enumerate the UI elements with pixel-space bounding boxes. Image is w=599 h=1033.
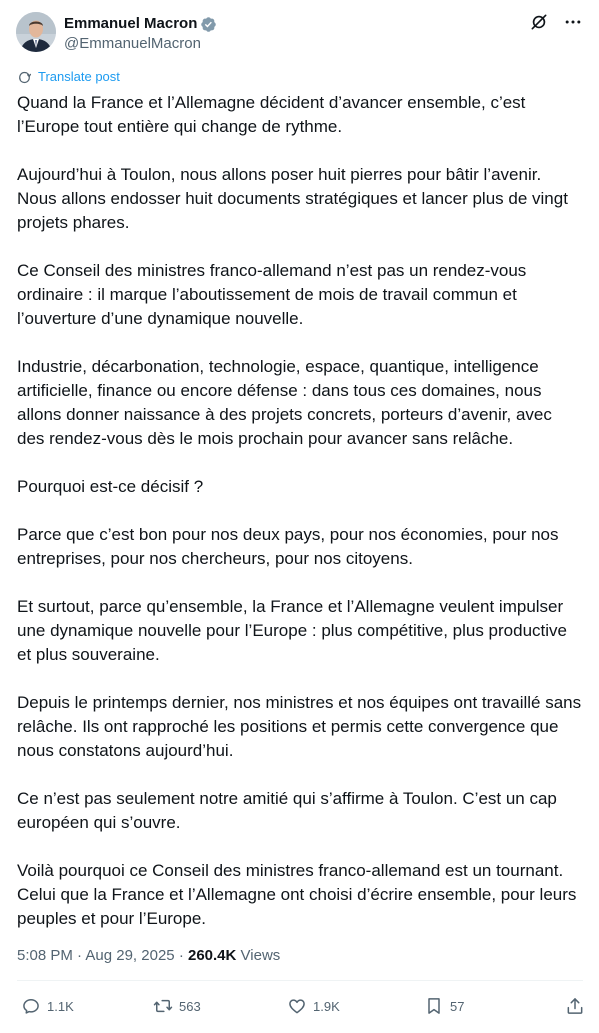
avatar[interactable]: [16, 12, 56, 52]
author-handle[interactable]: @EmmanuelMacron: [64, 34, 217, 54]
share-icon: [567, 998, 583, 1014]
display-name[interactable]: Emmanuel Macron: [64, 14, 197, 34]
meta-separator: ·: [77, 947, 83, 964]
post-date[interactable]: Aug 29, 2025: [85, 947, 174, 964]
views-label: Views: [240, 947, 281, 964]
action-bar: 1.1K 563 1.9K 57: [17, 996, 585, 1020]
reply-icon: [23, 999, 39, 1014]
views-count[interactable]: 260.4K: [188, 947, 236, 964]
translate-post-link[interactable]: Translate post: [17, 68, 120, 86]
like-button[interactable]: 1.9K: [287, 996, 340, 1016]
display-name-row: Emmanuel Macron: [64, 14, 217, 34]
verified-badge-icon[interactable]: [200, 16, 217, 33]
post-paragraph: Ce n’est pas seulement notre amitié qui …: [17, 789, 557, 832]
translate-icon: [19, 71, 32, 83]
post-header: Emmanuel Macron @EmmanuelMacron: [16, 12, 583, 56]
translate-label[interactable]: Translate post: [38, 68, 120, 86]
repost-count: 563: [179, 998, 201, 1014]
post-paragraph: Aujourd’hui à Toulon, nous allons poser …: [17, 165, 568, 232]
share-button[interactable]: [565, 996, 585, 1016]
heart-icon: [289, 999, 305, 1014]
post-paragraph: Depuis le printemps dernier, nos ministr…: [17, 693, 582, 760]
header-actions: [529, 12, 583, 32]
post-paragraph: Industrie, décarbonation, technologie, e…: [17, 357, 552, 448]
repost-button[interactable]: 563: [153, 996, 201, 1016]
grok-icon[interactable]: [529, 12, 549, 32]
repost-icon: [153, 999, 173, 1013]
more-options-icon[interactable]: [563, 12, 583, 32]
author-names: Emmanuel Macron @EmmanuelMacron: [64, 14, 217, 54]
bookmark-button[interactable]: 57: [424, 996, 464, 1016]
avatar-photo: [16, 12, 56, 52]
post-paragraph: Pourquoi est-ce décisif ?: [17, 477, 204, 496]
divider: [17, 980, 583, 981]
post-paragraph: Parce que c’est bon pour nos deux pays, …: [17, 525, 559, 568]
post: Emmanuel Macron @EmmanuelMacron Translat…: [0, 0, 599, 1033]
post-paragraph: Et surtout, parce qu’ensemble, la France…: [17, 597, 567, 664]
post-paragraph: Voilà pourquoi ce Conseil des ministres …: [17, 861, 577, 928]
post-paragraph: Quand la France et l’Allemagne décident …: [17, 93, 526, 136]
like-count: 1.9K: [313, 998, 340, 1014]
meta-separator: ·: [178, 947, 184, 964]
post-meta: 5:08 PM · Aug 29, 2025 · 260.4K Views: [17, 946, 280, 966]
post-time[interactable]: 5:08 PM: [17, 947, 73, 964]
reply-count: 1.1K: [47, 998, 74, 1014]
reply-button[interactable]: 1.1K: [21, 996, 74, 1016]
bookmark-icon: [428, 998, 440, 1014]
bookmark-count: 57: [450, 998, 465, 1014]
post-paragraph: Ce Conseil des ministres franco-allemand…: [17, 261, 527, 328]
post-text: Quand la France et l’Allemagne décident …: [17, 91, 583, 955]
